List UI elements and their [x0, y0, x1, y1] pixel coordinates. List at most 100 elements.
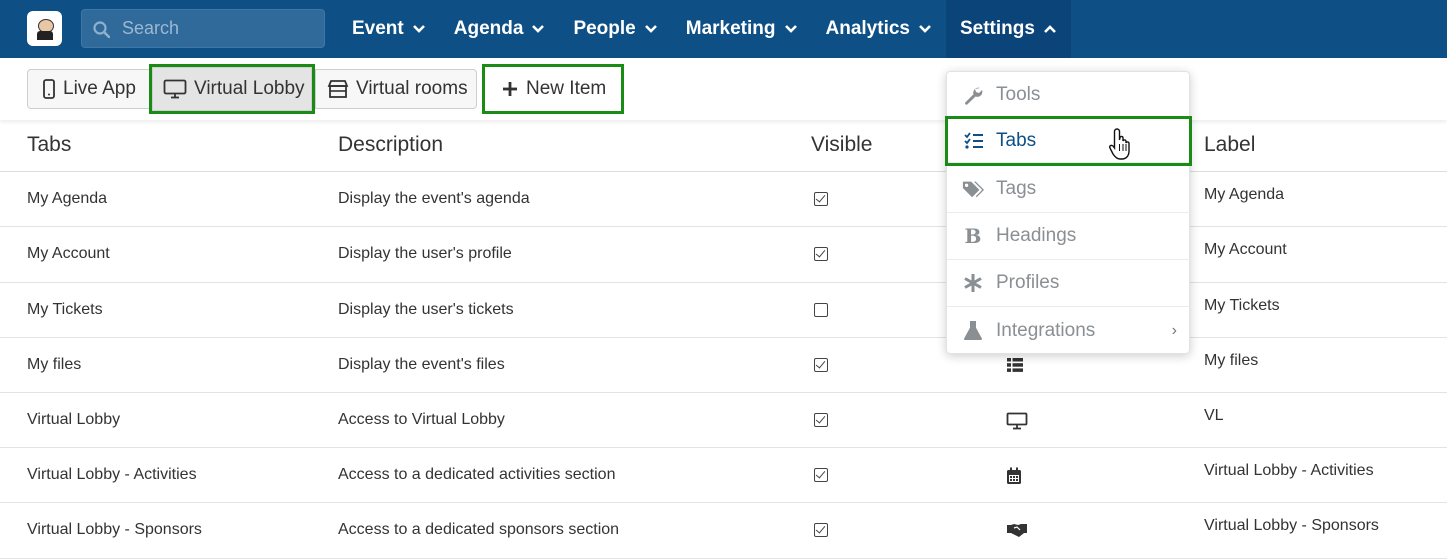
nav-marketing-label: Marketing	[685, 18, 776, 39]
search-input[interactable]	[122, 10, 317, 47]
column-header-description[interactable]: Description	[338, 133, 443, 157]
nav-event-label: Event	[352, 18, 404, 39]
tab-description: Display the user's profile	[338, 245, 512, 262]
bold-icon: B	[964, 224, 982, 248]
menu-item-headings-label: Headings	[996, 225, 1077, 246]
tags-icon	[962, 178, 984, 200]
menu-item-profiles[interactable]: Profiles	[947, 260, 1191, 307]
tab-description: Display the event's agenda	[338, 189, 530, 207]
tab-name: My Tickets	[27, 300, 103, 318]
nav-agenda-label: Agenda	[453, 18, 524, 39]
chevron-right-icon: ›	[1171, 321, 1177, 339]
menu-item-profiles-label: Profiles	[996, 272, 1060, 293]
desktop-icon	[1006, 412, 1028, 432]
tab-label: My Tickets	[1204, 296, 1280, 314]
top-navbar: Event Agenda People Marketing Analytics …	[0, 0, 1447, 58]
visible-checkbox[interactable]	[814, 302, 828, 317]
menu-item-tools-label: Tools	[996, 84, 1041, 105]
column-header-visible[interactable]: Visible	[811, 133, 872, 157]
visible-checkbox[interactable]	[814, 467, 828, 482]
tab-label: Virtual Lobby - Sponsors	[1204, 517, 1379, 534]
tab-name: My files	[27, 355, 82, 373]
visible-checkbox[interactable]	[814, 357, 828, 372]
menu-item-integrations-label: Integrations	[996, 319, 1096, 341]
table-row[interactable]: My files Display the event's files My file…	[0, 338, 1447, 393]
table-row[interactable]: My Account Display the user's profile My A…	[0, 227, 1447, 283]
nav-analytics-label: Analytics	[825, 18, 910, 39]
mobile-icon	[43, 79, 55, 99]
tab-name: My Agenda	[27, 189, 108, 207]
wrench-icon	[962, 84, 984, 106]
table-row[interactable]: Virtual Lobby - Sponsors Access to a dedi…	[0, 503, 1447, 559]
tab-description: Display the user's tickets	[338, 300, 514, 318]
plus-icon	[503, 82, 517, 96]
menu-item-tabs[interactable]: Tabs	[945, 116, 1192, 166]
visible-checkbox[interactable]	[814, 412, 828, 427]
nav-agenda[interactable]: Agenda	[440, 0, 560, 58]
visible-checkbox[interactable]	[814, 247, 828, 261]
column-header-label[interactable]: Label	[1204, 133, 1255, 157]
tab-description: Access to Virtual Lobby	[338, 410, 505, 428]
menu-item-headings[interactable]: B Headings	[947, 213, 1191, 260]
visible-checkbox[interactable]	[814, 191, 828, 206]
tab-label: My Agenda	[1204, 185, 1285, 203]
hand-pointer-icon	[1109, 128, 1130, 160]
asterisk-icon	[962, 272, 984, 294]
list-icon	[1006, 357, 1028, 377]
calendar-icon	[1006, 467, 1028, 487]
virtual-rooms-label: Virtual rooms	[356, 78, 468, 99]
column-header-tabs[interactable]: Tabs	[27, 133, 71, 157]
settings-dropdown-menu: Tools Tabs Tags B Headings Profiles Inte…	[945, 71, 1192, 354]
menu-item-integrations[interactable]: Integrations ›	[947, 307, 1191, 354]
table-header: Tabs Description Visible Label	[0, 120, 1447, 172]
tab-label: My Account	[1204, 241, 1287, 258]
chevron-down-icon	[644, 25, 657, 33]
virtual-lobby-label: Virtual Lobby	[194, 78, 305, 99]
app-logo[interactable]	[27, 11, 62, 46]
tab-name: My Account	[27, 245, 110, 262]
chevron-up-icon	[1044, 25, 1056, 33]
tab-name: Virtual Lobby - Activities	[27, 465, 197, 483]
menu-item-tabs-label: Tabs	[996, 129, 1037, 151]
store-icon	[327, 80, 349, 98]
nav-people[interactable]: People	[559, 0, 671, 58]
tasks-list-icon	[963, 130, 985, 152]
nav-marketing[interactable]: Marketing	[672, 0, 812, 58]
visible-checkbox[interactable]	[814, 523, 828, 537]
chevron-down-icon	[532, 25, 545, 33]
search-box	[81, 9, 325, 48]
tab-label: Virtual Lobby - Activities	[1204, 461, 1374, 479]
new-item-button[interactable]: New Item	[482, 64, 624, 114]
main-nav: Event Agenda People Marketing Analytics …	[338, 0, 1071, 58]
menu-item-tags-label: Tags	[996, 178, 1037, 199]
tab-description: Access to a dedicated sponsors section	[338, 521, 620, 538]
tab-label: VL	[1204, 406, 1224, 424]
toolbar: Live App Virtual Lobby Virtual rooms New…	[0, 58, 1447, 120]
virtual-lobby-button[interactable]: Virtual Lobby	[149, 64, 315, 114]
nav-people-label: People	[573, 18, 636, 39]
chevron-down-icon	[784, 25, 797, 33]
tab-name: Virtual Lobby	[27, 410, 121, 428]
handshake-icon	[1006, 522, 1028, 542]
new-item-label: New Item	[526, 78, 607, 99]
nav-analytics[interactable]: Analytics	[812, 0, 946, 58]
table-row[interactable]: Virtual Lobby Access to Virtual Lobby VL	[0, 393, 1447, 448]
menu-item-tags[interactable]: Tags	[947, 166, 1191, 213]
chevron-down-icon	[919, 25, 931, 33]
table-row[interactable]: My Agenda Display the event's agenda My Ag…	[0, 172, 1447, 227]
search-icon	[93, 21, 110, 38]
nav-settings[interactable]: Settings	[945, 0, 1071, 58]
virtual-rooms-button[interactable]: Virtual rooms	[315, 69, 477, 109]
tab-description: Display the event's files	[338, 355, 505, 373]
nav-event[interactable]: Event	[338, 0, 440, 58]
live-app-label: Live App	[63, 78, 136, 99]
menu-item-tools[interactable]: Tools	[947, 72, 1191, 119]
table-row[interactable]: My Tickets Display the user's tickets My T…	[0, 283, 1447, 338]
tab-description: Access to a dedicated activities section	[338, 465, 616, 483]
flask-icon	[962, 320, 984, 342]
chevron-down-icon	[412, 25, 425, 33]
tab-label: My files	[1204, 351, 1259, 369]
table-row[interactable]: Virtual Lobby - Activities Access to a de…	[0, 448, 1447, 503]
live-app-button[interactable]: Live App	[27, 69, 151, 109]
desktop-icon	[163, 79, 187, 99]
